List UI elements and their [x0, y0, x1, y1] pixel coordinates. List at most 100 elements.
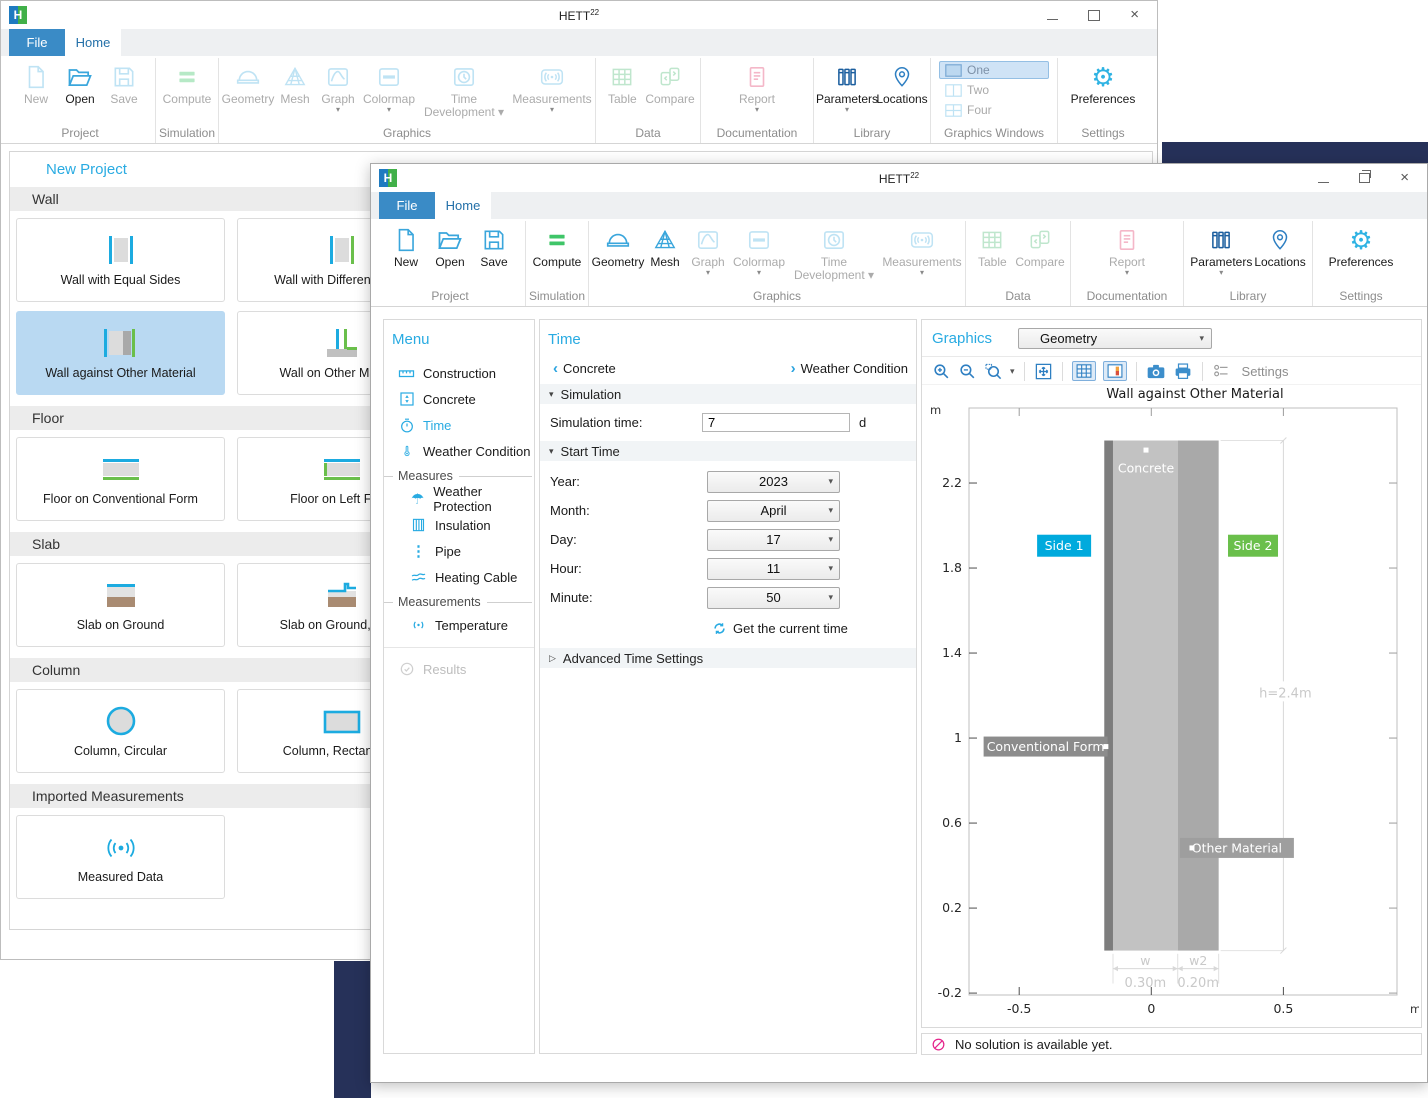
save-button[interactable]: Save — [473, 221, 515, 269]
menu-item-weather-protection[interactable]: ☂ Weather Protection — [384, 486, 534, 512]
menu-item-weather-condition[interactable]: Weather Condition — [384, 438, 534, 464]
graphics-windows-four-button[interactable]: Four — [939, 101, 1049, 119]
geometry-button[interactable]: Geometry — [592, 221, 644, 269]
section-advanced-time-settings[interactable]: ▷ Advanced Time Settings — [540, 648, 916, 668]
project-card[interactable]: Slab on Ground — [16, 563, 225, 647]
group-caption: Library — [1184, 288, 1312, 306]
nav-forward-weather-condition[interactable]: ›Weather Condition — [786, 360, 908, 377]
close-icon[interactable]: × — [1130, 9, 1139, 21]
mesh-button[interactable]: Mesh — [646, 221, 684, 269]
menu-item-results[interactable]: Results — [384, 656, 534, 682]
open-button[interactable]: Open — [429, 221, 471, 269]
print-icon[interactable] — [1173, 362, 1193, 380]
time-development-button[interactable]: Time Development ▾ — [418, 58, 510, 119]
zoom-menu-caret-icon[interactable]: ▾ — [1010, 366, 1015, 377]
tab-file[interactable]: File — [9, 29, 65, 56]
measurements-icon — [908, 224, 936, 256]
restore-icon[interactable] — [1359, 173, 1370, 183]
maximize-icon[interactable] — [1088, 10, 1100, 21]
year-select[interactable]: 2023▾ — [707, 471, 840, 493]
tab-home[interactable]: Home — [435, 192, 491, 219]
new-button[interactable]: New — [15, 58, 57, 106]
tab-file[interactable]: File — [379, 192, 435, 219]
menu-item-construction[interactable]: Construction — [384, 360, 534, 386]
menu-item-temperature[interactable]: Temperature — [384, 612, 534, 638]
menu-item-insulation[interactable]: Insulation — [384, 512, 534, 538]
open-button[interactable]: Open — [59, 58, 101, 106]
compare-icon — [656, 61, 684, 93]
table-button[interactable]: Table — [971, 221, 1013, 269]
minimize-icon[interactable] — [1318, 182, 1329, 183]
measurements-button[interactable]: Measurements ▾ — [512, 58, 592, 114]
zoom-extents-icon[interactable] — [1034, 362, 1053, 381]
new-button[interactable]: New — [385, 221, 427, 269]
group-caption: Data — [966, 288, 1070, 306]
parameters-button[interactable]: Parameters ▾ — [1190, 221, 1252, 277]
dropdown-caret-icon: ▾ — [1219, 269, 1223, 277]
project-card[interactable]: Measured Data — [16, 815, 225, 899]
section-start-time[interactable]: ▾ Start Time — [540, 441, 916, 461]
grid-toggle-icon[interactable] — [1072, 361, 1096, 381]
svg-text:Side 1: Side 1 — [1045, 538, 1084, 553]
menu-item-time[interactable]: Time — [384, 412, 534, 438]
geometry-button[interactable]: Geometry — [222, 58, 274, 106]
colormap-button[interactable]: Colormap ▾ — [732, 221, 786, 277]
save-button[interactable]: Save — [103, 58, 145, 106]
locations-button[interactable]: Locations — [878, 58, 926, 106]
close-icon[interactable]: × — [1400, 172, 1409, 184]
save-icon — [111, 61, 137, 93]
insulation-icon — [409, 516, 428, 535]
graphics-view-select[interactable]: Geometry▾ — [1018, 328, 1212, 349]
day-select[interactable]: 17▾ — [707, 529, 840, 551]
graphics-windows-one-button[interactable]: One — [939, 61, 1049, 79]
zoom-out-icon[interactable] — [958, 362, 977, 381]
hour-select[interactable]: 11▾ — [707, 558, 840, 580]
minute-select[interactable]: 50▾ — [707, 587, 840, 609]
graphics-windows-two-button[interactable]: Two — [939, 81, 1049, 99]
get-current-time-button[interactable]: Get the current time — [712, 621, 916, 636]
caret-down-icon: ▾ — [1200, 333, 1205, 344]
ribbon-group-settings: ⚙ Preferences Settings — [1058, 58, 1148, 143]
locations-button[interactable]: Locations — [1254, 221, 1305, 269]
hour-label: Hour: — [550, 561, 707, 576]
titlebar[interactable]: H HETT22 × — [371, 164, 1427, 192]
preferences-button[interactable]: ⚙ Preferences — [1329, 221, 1394, 269]
parameters-button[interactable]: Parameters ▾ — [818, 58, 876, 114]
tab-home[interactable]: Home — [65, 29, 121, 56]
menu-item-heating-cable[interactable]: Heating Cable — [384, 564, 534, 590]
menu-item-pipe[interactable]: ⋮ Pipe — [384, 538, 534, 564]
compare-button[interactable]: Compare — [645, 58, 694, 106]
compare-button[interactable]: Compare — [1015, 221, 1064, 269]
graph-button[interactable]: Graph ▾ — [316, 58, 360, 114]
menu-panel: Menu Construction Concrete Time Weather … — [383, 319, 535, 1054]
graph-button[interactable]: Graph ▾ — [686, 221, 730, 277]
compute-button[interactable]: Compute — [163, 58, 212, 106]
geometry-plot-canvas[interactable]: Wall against Other Materialmm-0.20.20.61… — [922, 385, 1419, 1025]
month-select[interactable]: April▾ — [707, 500, 840, 522]
measurements-button[interactable]: Measurements ▾ — [882, 221, 962, 277]
mesh-button[interactable]: Mesh — [276, 58, 314, 106]
zoom-in-icon[interactable] — [932, 362, 951, 381]
preferences-button[interactable]: ⚙ Preferences — [1071, 58, 1136, 106]
minimize-icon[interactable] — [1047, 19, 1058, 20]
simulation-time-input[interactable] — [702, 413, 850, 432]
nav-back-concrete[interactable]: ‹Concrete — [548, 360, 616, 377]
project-card[interactable]: Floor on Conventional Form — [16, 437, 225, 521]
zoom-box-icon[interactable] — [984, 362, 1003, 381]
titlebar[interactable]: H HETT22 × — [1, 1, 1157, 29]
plot-settings-icon[interactable] — [1212, 363, 1230, 379]
project-card[interactable]: Column, Circular — [16, 689, 225, 773]
colormap-button[interactable]: Colormap ▾ — [362, 58, 416, 114]
time-development-button[interactable]: Time Development ▾ — [788, 221, 880, 282]
snapshot-camera-icon[interactable] — [1146, 363, 1166, 380]
menu-item-concrete[interactable]: Concrete — [384, 386, 534, 412]
report-button[interactable]: Report ▾ — [1106, 221, 1148, 277]
table-button[interactable]: Table — [601, 58, 643, 106]
project-card-selected[interactable]: Wall against Other Material — [16, 311, 225, 395]
section-simulation[interactable]: ▾ Simulation — [540, 384, 916, 404]
group-caption: Project — [375, 288, 525, 306]
colorbar-toggle-icon[interactable] — [1103, 361, 1127, 381]
project-card[interactable]: Wall with Equal Sides — [16, 218, 225, 302]
compute-button[interactable]: Compute — [533, 221, 582, 269]
report-button[interactable]: Report ▾ — [736, 58, 778, 114]
